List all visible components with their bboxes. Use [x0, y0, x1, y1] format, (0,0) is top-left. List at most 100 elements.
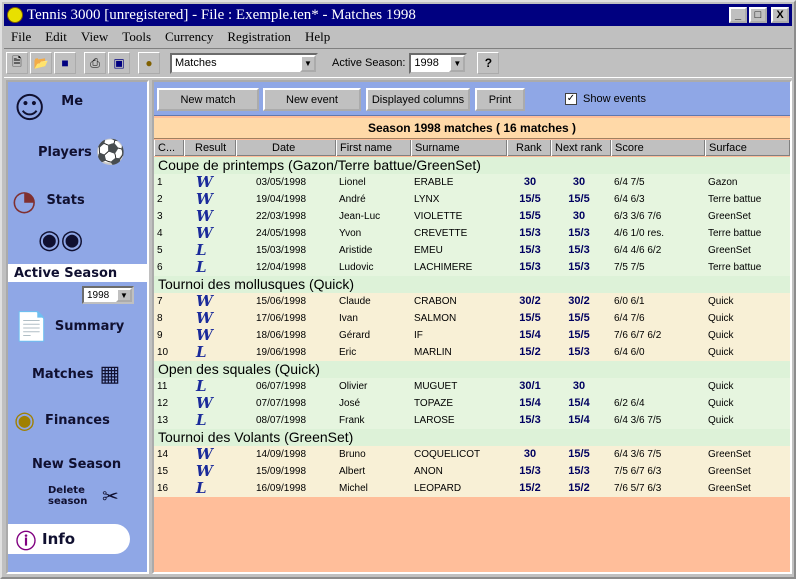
table-row[interactable]: 2 W 19/04/1998 André LYNX 15/5 15/5 6/4 6/3 Terr… — [154, 191, 790, 208]
col-header-result[interactable]: Result — [184, 140, 236, 156]
cell-next: 15/5 — [568, 193, 590, 205]
cell-date: 22/03/1998 — [256, 211, 307, 222]
cell-first: Michel — [339, 483, 368, 494]
show-events-checkbox[interactable]: ✓ — [565, 93, 577, 105]
cell-n: 13 — [157, 415, 169, 426]
cell-sur: COQUELICOT — [414, 449, 481, 460]
sidebar-item-stats[interactable]: ◔ Stats — [8, 182, 147, 218]
help-icon[interactable]: ? — [477, 52, 500, 74]
sidebar-item-delete-season[interactable]: Delete season ✂ — [8, 480, 147, 512]
cell-rank: 15/3 — [519, 244, 541, 256]
table-row[interactable]: 9 W 18/06/1998 Gérard IF 15/4 15/5 7/6 6/7 6/2 Q… — [154, 327, 790, 344]
table-row[interactable]: 4 W 24/05/1998 Yvon CREVETTE 15/3 15/3 4/6 1/0 … — [154, 225, 790, 242]
col-header-count[interactable]: C... — [154, 140, 184, 156]
event-header[interactable]: Open des squales (Quick) — [154, 361, 790, 378]
chevron-down-icon[interactable]: ▼ — [449, 54, 466, 72]
cell-sur: VIOLETTE — [414, 211, 463, 222]
cell-surface: GreenSet — [708, 483, 751, 494]
cell-n: 7 — [157, 296, 163, 307]
new-event-button[interactable]: New event — [263, 88, 361, 111]
sidebar-item-label: Delete season — [48, 485, 88, 507]
sidebar-item-me[interactable]: ☺ Me — [8, 88, 147, 128]
col-header-next-rank[interactable]: Next rank — [551, 140, 611, 156]
table-row[interactable]: 6 L 12/04/1998 Ludovic LACHIMERE 15/3 15/3 7/5 … — [154, 259, 790, 276]
sidebar-item-new-season[interactable]: New Season — [8, 454, 147, 474]
cell-next: 15/3 — [568, 227, 590, 239]
menu-help[interactable]: Help — [305, 29, 330, 45]
app-window: Tennis 3000 [unregistered] - File : Exem… — [0, 0, 796, 579]
open-folder-icon[interactable]: 📂 — [30, 52, 52, 74]
col-header-first-name[interactable]: First name — [336, 140, 411, 156]
cell-date: 15/03/1998 — [256, 245, 307, 256]
racket-icon: ⚽ — [95, 138, 126, 166]
cell-res: W — [196, 207, 213, 225]
col-header-date[interactable]: Date — [236, 140, 336, 156]
menu-edit[interactable]: Edit — [45, 29, 67, 45]
cell-rank: 15/4 — [519, 329, 541, 341]
season-select[interactable]: 1998 ▼ — [409, 52, 468, 74]
cell-surface: GreenSet — [708, 449, 751, 460]
cell-score: 6/4 3/6 7/5 — [614, 415, 662, 426]
sidebar-season-select[interactable]: 1998 ▼ — [82, 286, 134, 304]
cell-first: Lionel — [339, 177, 366, 188]
menu-currency[interactable]: Currency — [165, 29, 213, 45]
col-header-surname[interactable]: Surname — [411, 140, 507, 156]
menu-registration[interactable]: Registration — [227, 29, 291, 45]
cell-first: Claude — [339, 296, 371, 307]
cell-n: 15 — [157, 466, 169, 477]
save-icon[interactable]: ■ — [54, 52, 76, 74]
event-header[interactable]: Tournoi des Volants (GreenSet) — [154, 429, 790, 446]
view-select[interactable]: Matches ▼ — [170, 52, 318, 74]
cell-score: 6/4 7/5 — [614, 177, 645, 188]
print-icon[interactable]: ⎙ — [84, 52, 106, 74]
chevron-down-icon[interactable]: ▼ — [300, 54, 316, 72]
cell-n: 1 — [157, 177, 163, 188]
minimize-button[interactable]: _ — [729, 7, 747, 23]
table-row[interactable]: 15 W 15/09/1998 Albert ANON 15/3 15/3 7/5 6/7 6… — [154, 463, 790, 480]
table-row[interactable]: 16 L 16/09/1998 Michel LEOPARD 15/2 15/2 7/6 5/… — [154, 480, 790, 497]
sidebar-item-active-season[interactable]: Active Season — [8, 264, 147, 282]
cell-first: Ludovic — [339, 262, 374, 273]
menu-view[interactable]: View — [81, 29, 108, 45]
table-row[interactable]: 8 W 17/06/1998 Ivan SALMON 15/5 15/5 6/4 7/6 Qui… — [154, 310, 790, 327]
cell-surface: Quick — [708, 296, 734, 307]
table-row[interactable]: 10 L 19/06/1998 Eric MARLIN 15/2 15/3 6/4 6/0 Qu… — [154, 344, 790, 361]
sidebar-item-summary[interactable]: 📄 Summary — [8, 304, 147, 348]
table-row[interactable]: 3 W 22/03/1998 Jean-Luc VIOLETTE 15/5 30 6/3 3/… — [154, 208, 790, 225]
cell-res: W — [196, 173, 213, 191]
sidebar-item-info[interactable]: ⓘ Info — [8, 524, 130, 554]
event-header[interactable]: Coupe de printemps (Gazon/Terre battue/G… — [154, 157, 790, 174]
tennis-ball-icon — [7, 7, 23, 23]
menu-tools[interactable]: Tools — [122, 29, 151, 45]
table-row[interactable]: 13 L 08/07/1998 Frank LAROSE 15/3 15/4 6/4 3/6 … — [154, 412, 790, 429]
cell-next: 15/5 — [568, 448, 590, 460]
maximize-button[interactable]: □ — [749, 7, 767, 23]
table-row[interactable]: 14 W 14/09/1998 Bruno COQUELICOT 30 15/5 6/4 3/… — [154, 446, 790, 463]
window-icon[interactable]: ▣ — [108, 52, 130, 74]
displayed-columns-button[interactable]: Displayed columns — [366, 88, 470, 111]
sidebar-item-matches[interactable]: Matches ▦ — [8, 354, 147, 394]
print-button[interactable]: Print — [475, 88, 525, 111]
table-row[interactable]: 7 W 15/06/1998 Claude CRABON 30/2 30/2 6/0 6/1 Q… — [154, 293, 790, 310]
menu-file[interactable]: File — [11, 29, 31, 45]
table-row[interactable]: 1 W 03/05/1998 Lionel ERABLE 30 30 6/4 7/5 Gazon — [154, 174, 790, 191]
table-row[interactable]: 12 W 07/07/1998 José TOPAZE 15/4 15/4 6/2 6/4 Qu… — [154, 395, 790, 412]
cell-n: 4 — [157, 228, 163, 239]
cell-rank: 30/1 — [519, 380, 541, 392]
table-row[interactable]: 11 L 06/07/1998 Olivier MUGUET 30/1 30 Quick — [154, 378, 790, 395]
chevron-down-icon[interactable]: ▼ — [116, 288, 132, 302]
cell-date: 16/09/1998 — [256, 483, 307, 494]
event-header[interactable]: Tournoi des mollusques (Quick) — [154, 276, 790, 293]
cell-next: 30 — [572, 210, 586, 222]
col-header-score[interactable]: Score — [611, 140, 705, 156]
sidebar-item-finances[interactable]: ◉ Finances — [8, 400, 147, 440]
sidebar-item-players[interactable]: Players ⚽ — [8, 132, 147, 172]
currency-icon[interactable]: ● — [138, 52, 160, 74]
close-button[interactable]: X — [771, 7, 789, 23]
table-row[interactable]: 5 L 15/03/1998 Aristide EMEU 15/3 15/3 6/4 4/6 … — [154, 242, 790, 259]
col-header-rank[interactable]: Rank — [507, 140, 551, 156]
new-match-button[interactable]: New match — [157, 88, 259, 111]
new-file-icon[interactable]: 🗎 — [6, 52, 28, 74]
col-header-surface[interactable]: Surface — [705, 140, 790, 156]
title-bar[interactable]: Tennis 3000 [unregistered] - File : Exem… — [4, 4, 792, 26]
